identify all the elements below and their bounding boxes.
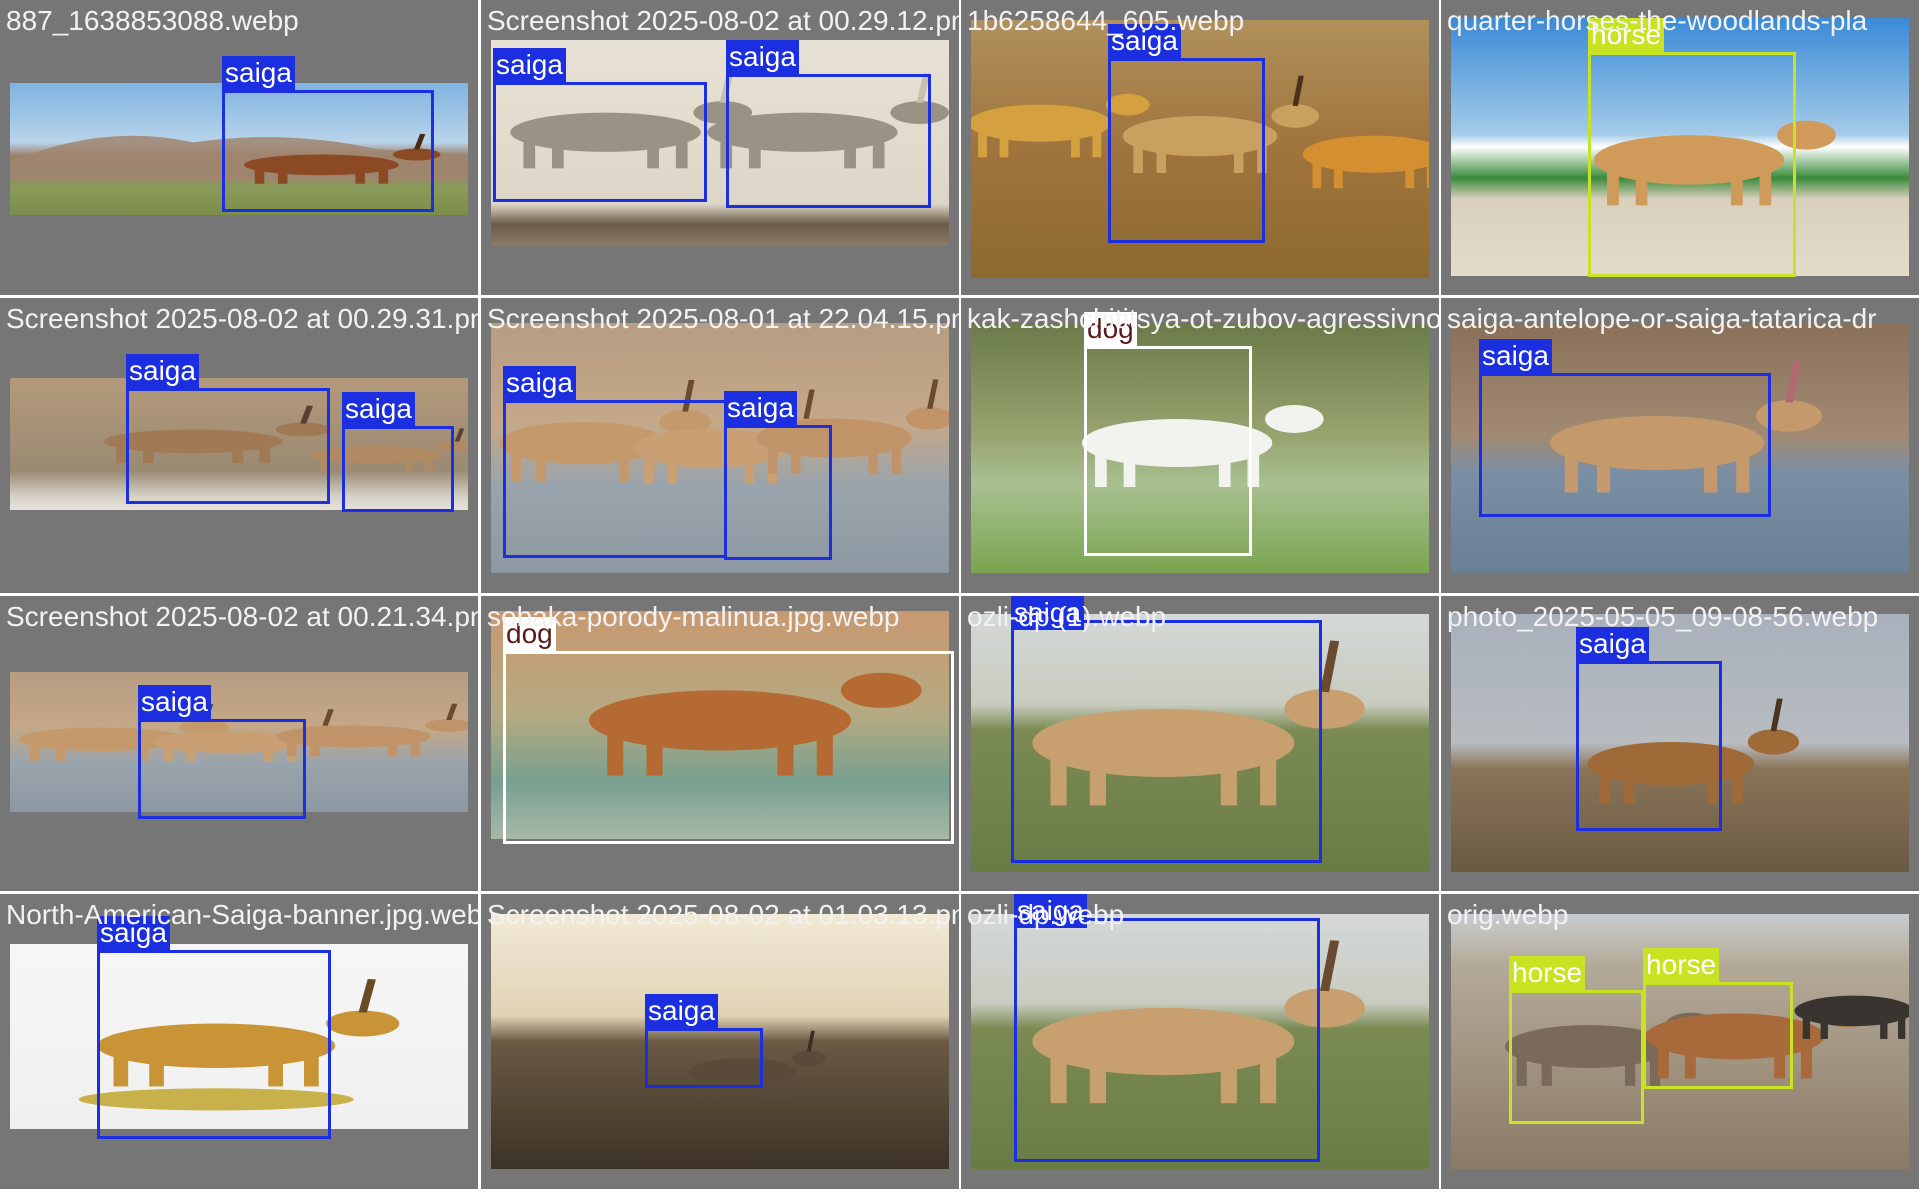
saiga-bounding-box (645, 1028, 763, 1088)
tile-filename: 887_1638853088.webp (6, 5, 299, 36)
saiga-label: saiga (1576, 627, 1649, 661)
image-tile[interactable]: Screenshot 2025-08-02 at 00.21.34.png sai… (0, 596, 478, 891)
saiga-bounding-box (342, 426, 454, 512)
tile-filename: Screenshot 2025-08-02 at 00.21.34.png (6, 601, 478, 632)
saiga-bounding-box (1576, 661, 1722, 831)
horse-bounding-box (1588, 52, 1796, 277)
tile-filename: sobaka-porody-malinua.jpg.webp (487, 601, 900, 632)
image-tile[interactable]: saiga-antelope-or-saiga-tatarica-dr saiga (1441, 298, 1919, 593)
image-tile[interactable]: Screenshot 2025-08-02 at 00.29.31.png sai… (0, 298, 478, 593)
image-tile[interactable]: 887_1638853088.webpsaiga (0, 0, 478, 295)
image-tile[interactable]: sobaka-porody-malinua.jpg.webp dog (481, 596, 959, 891)
saiga-label: saiga (342, 392, 415, 426)
saiga-label: saiga (726, 40, 799, 74)
saiga-bounding-box (126, 388, 330, 504)
saiga-bounding-box (1108, 58, 1265, 243)
tile-filename: Screenshot 2025-08-01 at 22.04.15.png (487, 303, 959, 334)
tile-filename: photo_2025-05-05_09-08-56.webp (1447, 601, 1879, 632)
saiga-bounding-box (493, 82, 707, 202)
horse-bounding-box (1509, 990, 1644, 1124)
tile-filename: 1b6258644_605.webp (967, 5, 1245, 36)
tile-filename: orig.webp (1447, 899, 1569, 930)
tile-filename: quarter-horses-the-woodlands-pla (1447, 5, 1868, 36)
dog-bounding-box (503, 651, 954, 844)
saiga-label: saiga (222, 56, 295, 90)
saiga-label: saiga (645, 994, 718, 1028)
saiga-bounding-box (1479, 373, 1771, 517)
saiga-label: saiga (493, 48, 566, 82)
tile-filename: Screenshot 2025-08-02 at 00.29.31.png (6, 303, 478, 334)
image-tile[interactable]: 1b6258644_605.webp saiga (961, 0, 1439, 295)
saiga-bounding-box (724, 425, 832, 560)
saiga-label: saiga (503, 366, 576, 400)
tile-filename: North-American-Saiga-banner.jpg.webp (6, 899, 478, 930)
horse-bounding-box (1643, 982, 1793, 1089)
image-tile[interactable]: ozli-dp.webp saiga (961, 894, 1439, 1189)
tile-filename: Screenshot 2025-08-02 at 01.03.13.png (487, 899, 959, 930)
image-tile[interactable]: Screenshot 2025-08-01 at 22.04.15.png sai… (481, 298, 959, 593)
tile-filename: ozli-dp.webp (967, 899, 1125, 930)
horse-label: horse (1643, 948, 1720, 982)
image-tile[interactable]: North-American-Saiga-banner.jpg.webp saig… (0, 894, 478, 1189)
saiga-label: saiga (126, 354, 199, 388)
image-tile[interactable]: Screenshot 2025-08-02 at 01.03.13.png sai… (481, 894, 959, 1189)
saiga-label: saiga (138, 685, 211, 719)
image-tile[interactable]: Screenshot 2025-08-02 at 00.29.12.png sai… (481, 0, 959, 295)
saiga-bounding-box (726, 74, 931, 208)
image-tile[interactable]: ozli-dp (1).webp saiga (961, 596, 1439, 891)
saiga-bounding-box (138, 719, 306, 819)
tile-filename: saiga-antelope-or-saiga-tatarica-dr (1447, 303, 1877, 334)
detection-grid: 887_1638853088.webp saiga Screenshot 2025-… (0, 0, 1920, 1192)
tile-filename: ozli-dp (1).webp (967, 601, 1167, 632)
tile-filename: kak-zashchititsya-ot-zubov-agressivnoy (967, 303, 1439, 334)
saiga-label: saiga (1479, 339, 1552, 373)
saiga-bounding-box (1011, 620, 1322, 863)
saiga-bounding-box (222, 90, 434, 212)
saiga-bounding-box (503, 400, 727, 558)
dog-bounding-box (1084, 346, 1252, 556)
image-tile[interactable]: orig.webp horse horse (1441, 894, 1919, 1189)
saiga-bounding-box (97, 950, 331, 1139)
horse-label: horse (1509, 956, 1586, 990)
tile-filename: Screenshot 2025-08-02 at 00.29.12.png (487, 5, 959, 36)
saiga-bounding-box (1014, 918, 1320, 1162)
saiga-label: saiga (724, 391, 797, 425)
image-tile[interactable]: photo_2025-05-05_09-08-56.webp saiga (1441, 596, 1919, 891)
image-tile[interactable]: quarter-horses-the-woodlands-pla horse (1441, 0, 1919, 295)
image-tile[interactable]: kak-zashchititsya-ot-zubov-agressivnoy do… (961, 298, 1439, 593)
